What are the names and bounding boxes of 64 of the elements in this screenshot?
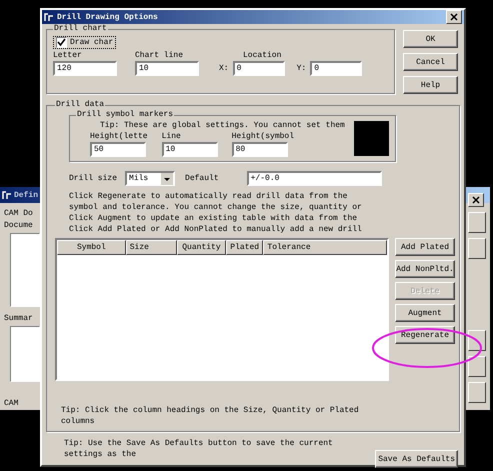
app-icon	[44, 12, 54, 22]
input-field[interactable]: 10	[162, 142, 218, 157]
close-icon	[472, 196, 480, 204]
app-icon	[2, 190, 12, 200]
group-label: Drill symbol markers	[76, 110, 174, 120]
action-button[interactable]: Add NonPltd.	[395, 260, 455, 278]
field-label: Docume	[4, 220, 34, 231]
field-label: Location	[243, 50, 282, 61]
field-label: Chart line	[135, 50, 184, 61]
input-field[interactable]: 0	[310, 61, 362, 76]
window-title: Defin	[14, 190, 38, 200]
save-defaults-button[interactable]: Save As Defaults	[375, 450, 458, 468]
tip-text: Tip: Use the Save As Defaults button to save the current	[64, 438, 333, 449]
tip-text: settings as the	[64, 449, 138, 460]
column-header[interactable]: Size	[126, 240, 177, 255]
input-field[interactable]: 0	[232, 61, 285, 76]
checkbox[interactable]	[56, 37, 67, 48]
summary-field[interactable]	[10, 326, 40, 382]
field-label: Line	[162, 131, 182, 142]
action-button[interactable]: Augment	[395, 304, 455, 322]
drill-size-dropdown[interactable]: Mils	[125, 171, 176, 186]
draw-chart-checkbox[interactable]: Draw char	[53, 36, 116, 49]
input-field[interactable]: 50	[90, 142, 146, 157]
button[interactable]	[468, 356, 486, 377]
tip-text: Tip: These are global settings. You cannot set them	[100, 120, 345, 131]
field-label: Default	[185, 173, 219, 184]
tip-text: columns	[61, 416, 96, 427]
field-label: X:	[219, 63, 229, 74]
dialog-button[interactable]: OK	[403, 30, 458, 48]
field-label: Height(symbol	[232, 131, 294, 142]
window-title: Drill Drawing Options	[57, 12, 159, 22]
status-text: CAM	[4, 398, 20, 409]
instruction-text: Click Regenerate to automatically read drill data from the	[69, 191, 348, 202]
button[interactable]	[468, 238, 486, 259]
input-field[interactable]: 120	[53, 61, 117, 76]
input-field[interactable]: +/-0.0	[246, 171, 382, 186]
column-header[interactable]: Symbol	[57, 240, 126, 255]
input-field[interactable]: 80	[232, 142, 288, 157]
symbol-preview	[354, 121, 389, 156]
instruction-text: Click Augment to update an existing table with data from the	[69, 213, 358, 224]
dialog-button[interactable]: Cancel	[403, 53, 458, 71]
button[interactable]	[468, 382, 486, 403]
documents-field[interactable]	[10, 233, 40, 307]
group-label: CAM Do	[4, 209, 34, 218]
tip-text: Tip: Click the column headings on the Size, Quantity or Plated	[61, 405, 360, 416]
field-label: Drill size	[69, 173, 118, 184]
field-label: Height(lette	[90, 131, 148, 142]
close-icon	[450, 13, 458, 21]
action-button[interactable]: Add Plated	[395, 238, 455, 256]
close-button[interactable]	[468, 193, 484, 207]
button[interactable]	[468, 212, 486, 233]
column-header[interactable]: Tolerance	[263, 240, 388, 255]
group-label: Drill chart	[53, 24, 108, 34]
input-field[interactable]: 10	[135, 61, 199, 76]
field-label: Summar	[4, 313, 34, 324]
instruction-text: Click Add Plated or Add NonPlated to manually add a new drill	[69, 224, 363, 235]
instruction-text: symbol and tolerance. You cannot change the size, quantity or	[69, 202, 363, 213]
group-label: Drill data	[55, 100, 106, 110]
column-header[interactable]: Plated	[226, 240, 264, 255]
field-label: Y:	[296, 63, 306, 74]
field-label: Letter	[53, 50, 83, 61]
column-header[interactable]: Quantity	[176, 240, 226, 255]
close-button[interactable]	[446, 10, 462, 24]
dialog-button[interactable]: Help	[403, 76, 458, 94]
